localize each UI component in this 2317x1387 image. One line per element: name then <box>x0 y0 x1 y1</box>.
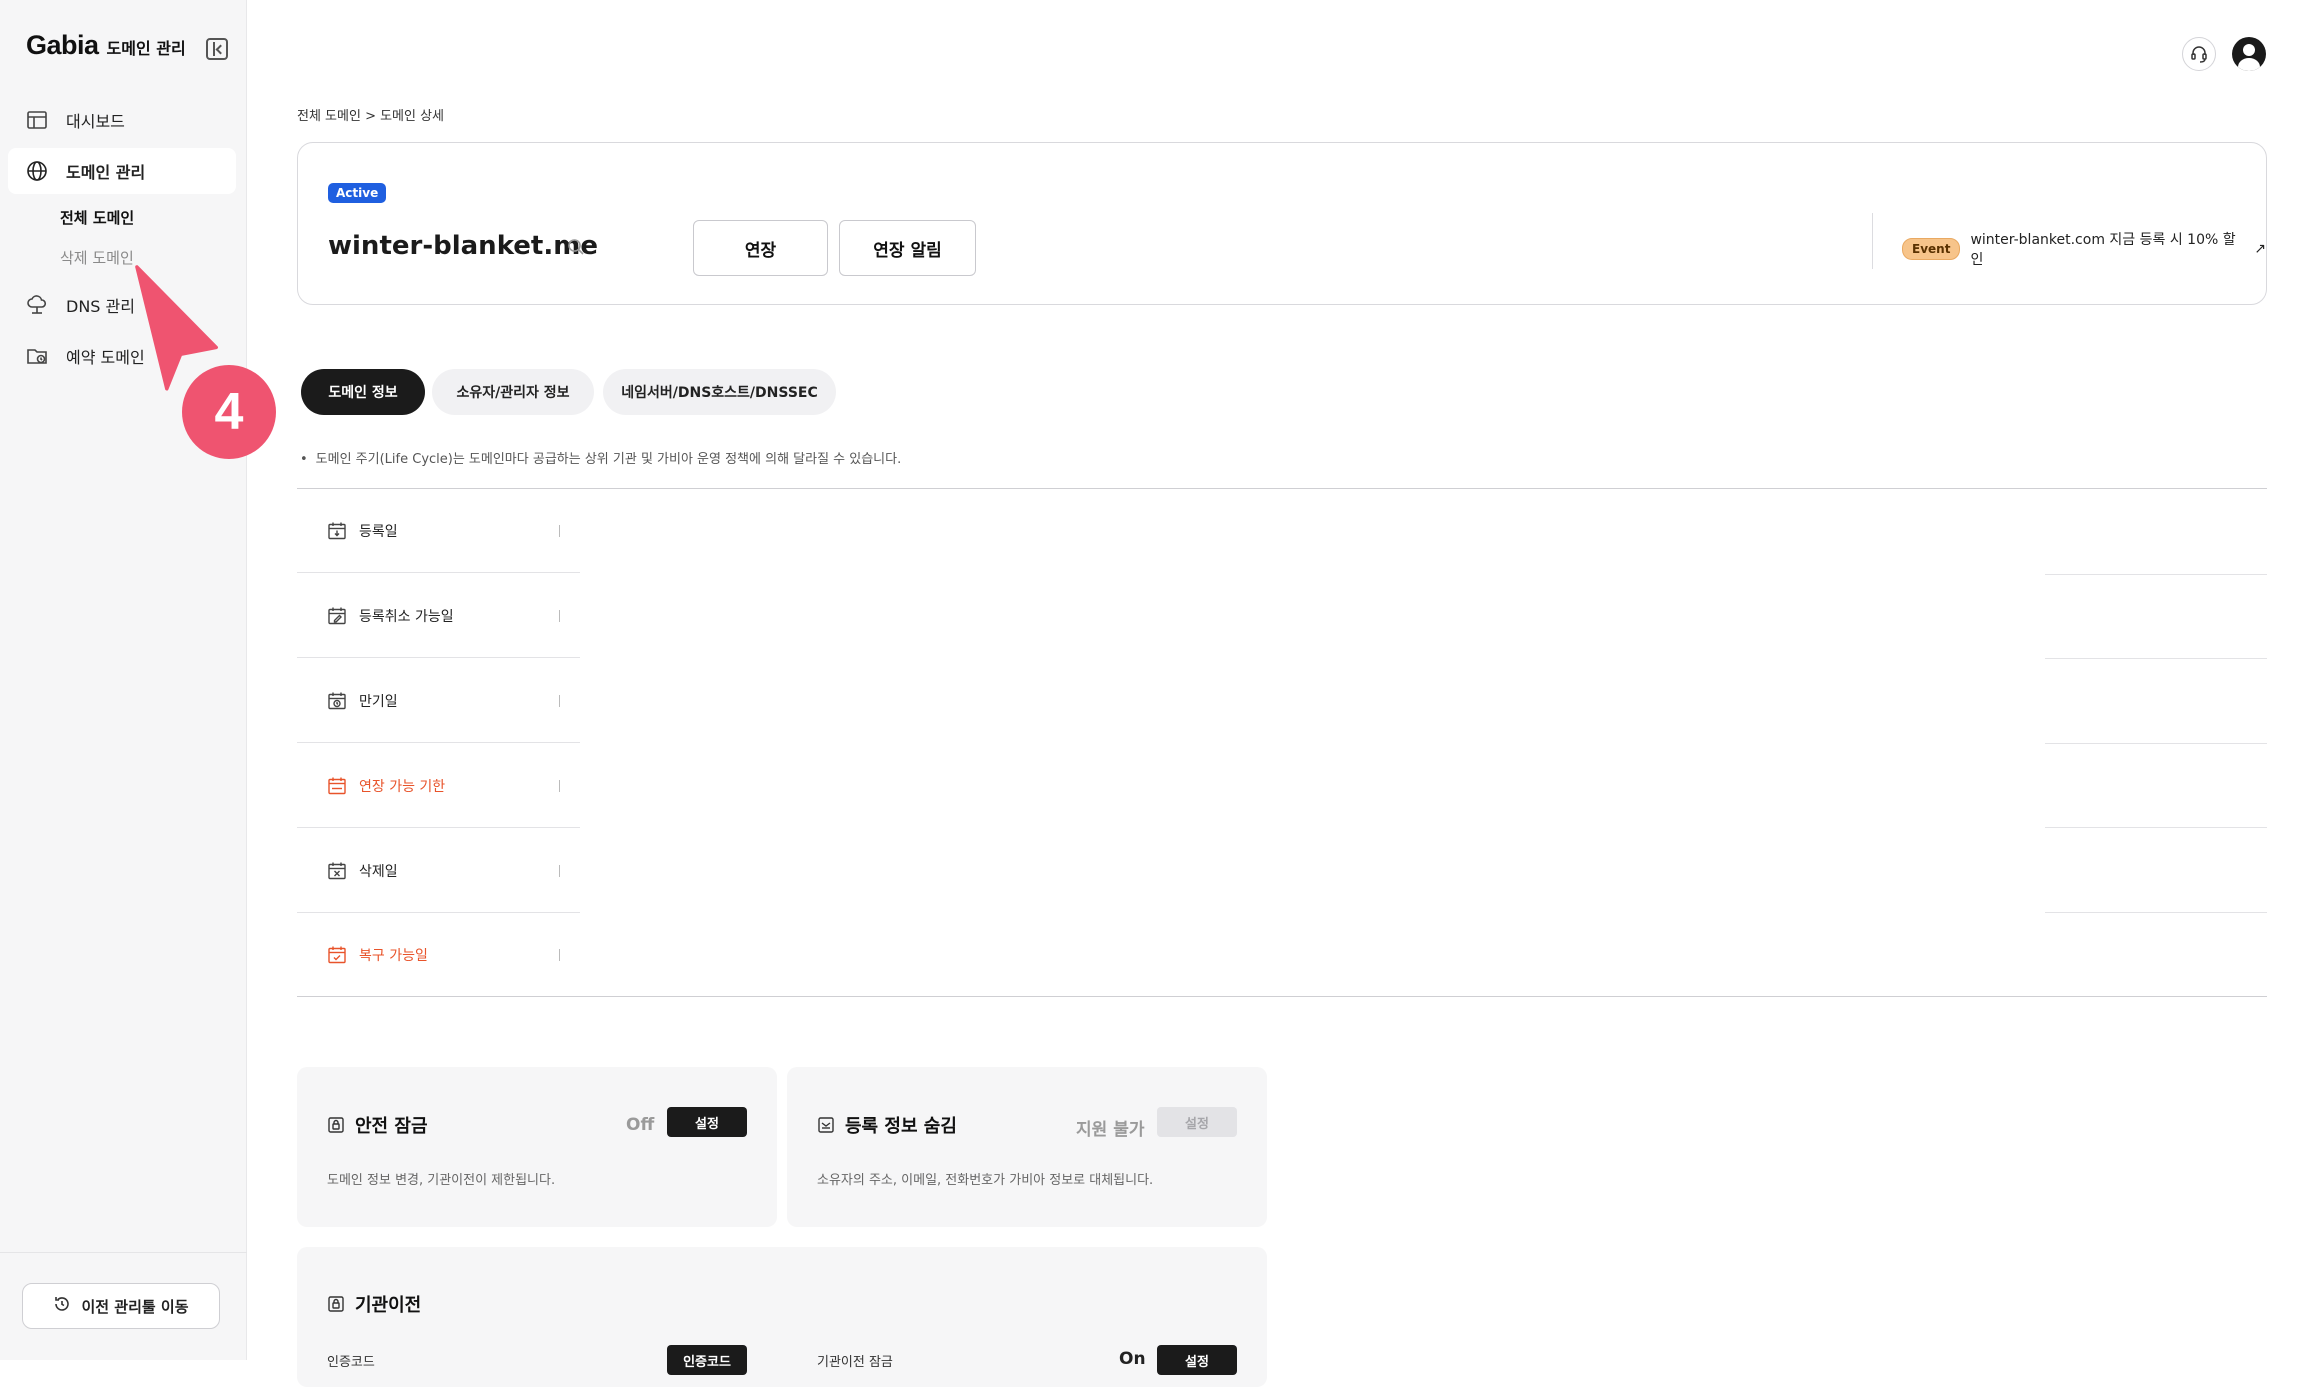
sidebar: Gabia 도메인 관리 대시보드 도메인 관리 전체 도메인 삭제 도메인 D… <box>0 0 247 1360</box>
card-divider <box>1872 213 1873 269</box>
renew-button[interactable]: 연장 <box>693 220 828 276</box>
domain-name: winter-blanket.me <box>328 231 598 261</box>
globe-icon <box>26 160 48 182</box>
lock-icon <box>328 1296 344 1312</box>
search-icon[interactable] <box>566 237 586 257</box>
status-badge: Active <box>328 183 387 203</box>
lifecycle-row-registered: 등록일 <box>297 489 580 573</box>
legacy-tool-label: 이전 관리툴 이동 <box>81 1297 189 1316</box>
sidebar-footer: 이전 관리툴 이동 <box>0 1252 247 1360</box>
row-divider <box>2045 827 2267 828</box>
cloud-network-icon <box>26 294 48 316</box>
auth-code-label: 인증코드 <box>327 1355 375 1370</box>
shield-lock-icon <box>328 1117 344 1133</box>
privacy-description: 소유자의 주소, 이메일, 전화번호가 가비아 정보로 대체됩니다. <box>817 1173 1154 1188</box>
lifecycle-row-deletion: 삭제일 <box>297 829 580 913</box>
panel-title-label: 안전 잠금 <box>355 1116 428 1137</box>
calendar-edit-icon <box>328 607 346 624</box>
brand-title: 도메인 관리 <box>106 39 186 58</box>
sidebar-subitem-all-domains[interactable]: 전체 도메인 <box>60 207 134 228</box>
tutorial-step-badge: 4 <box>182 365 276 459</box>
lifecycle-label: 만기일 <box>359 693 398 710</box>
sidebar-item-label: 도메인 관리 <box>66 163 146 182</box>
privacy-status: 지원 불가 <box>1076 1120 1145 1140</box>
domain-summary-card: Active winter-blanket.me 연장 연장 알림 Event … <box>297 142 2267 305</box>
safe-lock-status: Off <box>626 1115 655 1135</box>
lifecycle-label: 연장 가능 기한 <box>359 778 446 795</box>
lifecycle-row-cancel: 등록취소 가능일 <box>297 574 580 658</box>
tab-domain-info[interactable]: 도메인 정보 <box>301 369 425 415</box>
calendar-download-icon <box>328 522 346 539</box>
sidebar-item-domain-management[interactable]: 도메인 관리 <box>8 148 236 194</box>
lifecycle-notice: 도메인 주기(Life Cycle)는 도메인마다 공급하는 상위 기관 및 가… <box>300 448 902 467</box>
row-divider <box>2045 658 2267 659</box>
safe-lock-description: 도메인 정보 변경, 기관이전이 제한됩니다. <box>327 1173 556 1188</box>
support-headset-icon[interactable] <box>2182 37 2216 71</box>
privacy-title: 등록 정보 숨김 <box>817 1112 957 1138</box>
lifecycle-label: 등록일 <box>359 523 398 540</box>
transfer-lock-settings-button[interactable]: 설정 <box>1157 1345 1237 1375</box>
profile-avatar-icon[interactable] <box>2232 37 2266 71</box>
privacy-panel: 등록 정보 숨김 지원 불가 설정 소유자의 주소, 이메일, 전화번호가 가비… <box>787 1067 1267 1227</box>
row-divider <box>2045 912 2267 913</box>
event-text: winter-blanket.com 지금 등록 시 10% 할인 <box>1970 232 2236 268</box>
sidebar-subitem-deleted-domains[interactable]: 삭제 도메인 <box>60 247 134 268</box>
tab-nameserver-dns[interactable]: 네임서버/DNS호스트/DNSSEC <box>603 369 836 415</box>
calendar-range-icon <box>328 777 346 794</box>
panel-title-label: 등록 정보 숨김 <box>845 1116 957 1137</box>
safe-lock-panel: 안전 잠금 Off 설정 도메인 정보 변경, 기관이전이 제한됩니다. <box>297 1067 777 1227</box>
sidebar-item-dashboard[interactable]: 대시보드 <box>8 97 236 143</box>
breadcrumb: 전체 도메인 > 도메인 상세 <box>297 109 445 124</box>
privacy-settings-button[interactable]: 설정 <box>1157 1107 1237 1137</box>
mail-hidden-icon <box>818 1117 834 1133</box>
tab-owner-admin[interactable]: 소유자/관리자 정보 <box>432 369 594 415</box>
brand-logo[interactable]: Gabia <box>26 30 99 61</box>
lifecycle-row-expiry: 만기일 <box>297 659 580 743</box>
sidebar-collapse-icon[interactable] <box>206 38 228 60</box>
table-divider <box>297 488 2267 489</box>
folder-clock-icon <box>26 345 48 367</box>
lifecycle-label: 복구 가능일 <box>359 947 428 964</box>
event-banner[interactable]: Event winter-blanket.com 지금 등록 시 10% 할인 … <box>1902 229 2266 269</box>
lifecycle-row-restore: 복구 가능일 <box>297 913 580 997</box>
safe-lock-title: 안전 잠금 <box>327 1112 428 1138</box>
lifecycle-label: 삭제일 <box>359 863 398 880</box>
transfer-lock-status: On <box>1119 1349 1146 1369</box>
auth-code-button[interactable]: 인증코드 <box>667 1345 747 1375</box>
history-icon <box>53 1295 71 1317</box>
lifecycle-label: 등록취소 가능일 <box>359 608 454 625</box>
table-divider <box>297 996 2267 997</box>
brand[interactable]: Gabia 도메인 관리 <box>26 30 186 61</box>
layout-icon <box>26 109 48 131</box>
legacy-tool-button[interactable]: 이전 관리툴 이동 <box>22 1283 220 1329</box>
row-divider <box>2045 743 2267 744</box>
calendar-clock-icon <box>328 692 346 709</box>
event-badge: Event <box>1902 238 1961 260</box>
row-divider <box>2045 574 2267 575</box>
external-link-icon: ↗ <box>2254 241 2266 257</box>
transfer-panel: 기관이전 인증코드 인증코드 기관이전 잠금 On 설정 <box>297 1247 1267 1387</box>
safe-lock-settings-button[interactable]: 설정 <box>667 1107 747 1137</box>
transfer-title: 기관이전 <box>327 1291 421 1317</box>
calendar-x-icon <box>328 862 346 879</box>
panel-title-label: 기관이전 <box>355 1295 422 1316</box>
sidebar-item-label: 대시보드 <box>66 112 125 131</box>
transfer-lock-label: 기관이전 잠금 <box>817 1355 893 1370</box>
lifecycle-row-renew-deadline: 연장 가능 기한 <box>297 744 580 828</box>
sidebar-item-label: DNS 관리 <box>66 297 135 316</box>
renew-alert-button[interactable]: 연장 알림 <box>839 220 976 276</box>
calendar-check-icon <box>328 946 346 963</box>
